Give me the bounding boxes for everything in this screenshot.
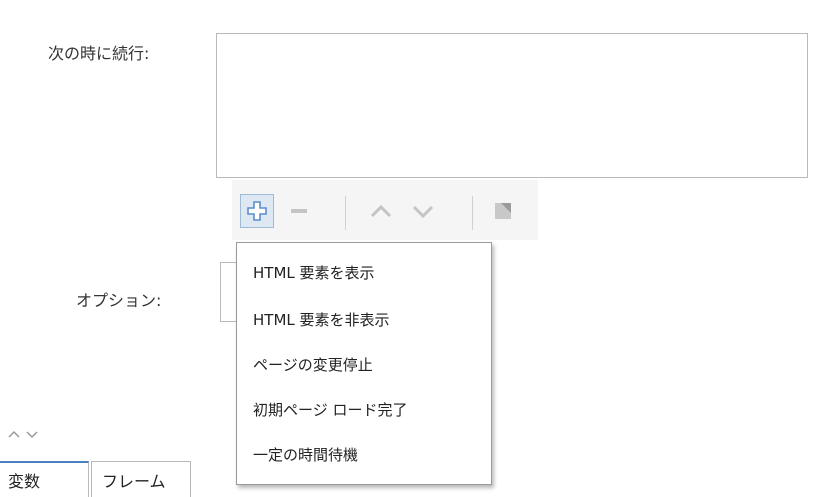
chevron-up-icon	[370, 204, 392, 218]
panel-collapse-controls	[8, 427, 48, 441]
tab-variables[interactable]: 変数	[0, 461, 89, 497]
chevron-down-icon	[412, 205, 434, 219]
menu-item-page-changes-stopped[interactable]: ページの変更停止	[237, 344, 491, 384]
toolbar-separator	[472, 196, 473, 230]
tab-label: 変数	[8, 472, 41, 491]
add-condition-button[interactable]	[240, 194, 274, 228]
continue-when-label: 次の時に続行:	[48, 44, 150, 63]
chevron-down-icon[interactable]	[26, 429, 38, 439]
delete-condition-button[interactable]	[486, 194, 520, 228]
continue-conditions-list[interactable]	[216, 33, 808, 178]
menu-item-hide-html-element[interactable]: HTML 要素を非表示	[237, 299, 491, 339]
chevron-up-icon[interactable]	[8, 429, 20, 439]
tab-label: フレーム	[102, 471, 166, 491]
toolbar-separator	[345, 196, 346, 230]
minus-icon	[291, 209, 307, 213]
menu-item-show-html-element[interactable]: HTML 要素を表示	[237, 252, 491, 292]
menu-item-wait-fixed-time[interactable]: 一定の時間待機	[237, 434, 491, 474]
move-up-button[interactable]	[364, 194, 398, 228]
menu-item-initial-page-load-complete[interactable]: 初期ページ ロード完了	[237, 389, 491, 429]
conditions-toolbar	[232, 180, 538, 240]
options-label: オプション:	[76, 291, 162, 310]
move-down-button[interactable]	[406, 194, 440, 228]
remove-condition-button[interactable]	[282, 194, 316, 228]
tab-frames[interactable]: フレーム	[91, 461, 191, 497]
plus-icon	[247, 201, 267, 221]
delete-icon	[495, 203, 511, 219]
add-condition-menu: HTML 要素を表示 HTML 要素を非表示 ページの変更停止 初期ページ ロー…	[236, 242, 492, 485]
